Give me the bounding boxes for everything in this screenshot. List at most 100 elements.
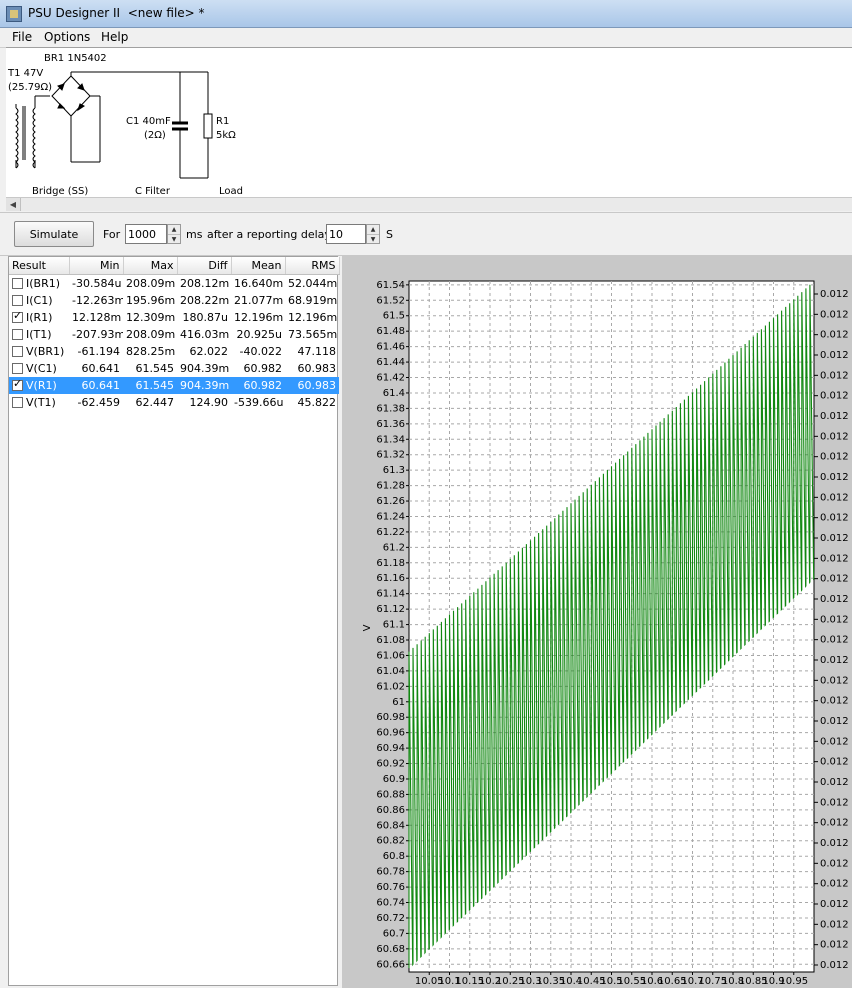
result-rms-cell: 60.983 <box>297 362 337 375</box>
y2-tick-label: 0.012 <box>820 533 849 544</box>
result-checkbox[interactable] <box>12 397 23 408</box>
y2-tick-label: 0.012 <box>820 289 849 300</box>
load-resistor-symbol[interactable] <box>203 72 213 178</box>
table-row[interactable]: V(T1) -62.459 62.447 124.90 -539.66u 45.822 <box>9 394 339 411</box>
scroll-left-arrow-icon[interactable]: ◀ <box>6 198 21 211</box>
spin-up-icon[interactable]: ▲ <box>168 225 180 234</box>
title-bar[interactable]: PSU Designer II <new file> * <box>0 0 852 28</box>
column-header-diff[interactable]: Diff <box>177 257 232 275</box>
y-tick-label: 60.82 <box>376 836 405 847</box>
result-name-cell[interactable]: I(BR1) <box>9 275 69 293</box>
duration-spinner[interactable]: ▲ ▼ <box>167 224 181 244</box>
result-name-cell[interactable]: I(T1) <box>9 326 69 343</box>
result-name-cell[interactable]: V(T1) <box>9 394 69 411</box>
result-rms-cell: 73.565m <box>288 328 338 341</box>
spin-up-icon[interactable]: ▲ <box>367 225 379 234</box>
duration-input[interactable] <box>125 224 167 244</box>
y-tick-label: 61.2 <box>383 542 405 553</box>
for-label: For <box>103 228 121 241</box>
result-name: V(T1) <box>26 396 56 409</box>
ms-label: ms <box>186 228 203 241</box>
table-row[interactable]: I(T1) -207.93m 208.09m 416.03m 20.925u 73.565… <box>9 326 339 343</box>
y-tick-label: 61.3 <box>383 465 405 476</box>
capacitor-name-label: C1 40mF <box>126 116 171 127</box>
waveform-chart: 61.54 61.52 61.5 61.48 61.46 61.44 61.42 61.4 61… <box>362 280 849 987</box>
result-checkbox[interactable] <box>12 329 23 340</box>
y2-tick-label: 0.012 <box>820 736 849 747</box>
result-checkbox[interactable] <box>12 309 23 323</box>
y-tick-label: 61.38 <box>376 403 405 414</box>
x-tick-label: 10.95 <box>779 976 808 987</box>
y2-tick-label: 0.012 <box>820 675 849 686</box>
result-name-cell[interactable]: I(R1) <box>9 309 69 326</box>
transformer-symbol[interactable] <box>15 95 50 169</box>
circuit-schematic[interactable]: BR1 1N5402 T1 47V (25.79Ω) C1 40mF (2Ω) … <box>6 47 852 198</box>
window-title: PSU Designer II <new file> * <box>28 6 205 20</box>
result-name: I(C1) <box>26 294 53 307</box>
column-header-mean[interactable]: Mean <box>231 257 286 275</box>
column-header-min[interactable]: Min <box>69 257 124 275</box>
result-diff-cell: 208.22m <box>180 294 230 307</box>
schematic-horizontal-scrollbar[interactable]: ◀ <box>6 197 852 211</box>
result-min-cell: 12.128m <box>72 311 122 324</box>
result-min-cell: -30.584u <box>72 277 122 290</box>
result-name: V(BR1) <box>26 345 65 358</box>
table-row[interactable]: V(R1) 60.64161.545904.39m60.98260.983 <box>9 377 339 394</box>
filter-section-label: C Filter <box>135 186 171 197</box>
result-checkbox[interactable] <box>12 295 23 306</box>
result-checkbox[interactable] <box>12 377 23 391</box>
column-header-rms[interactable]: RMS <box>285 257 340 275</box>
result-name-cell[interactable]: I(C1) <box>9 292 69 309</box>
y-tick-label: 60.8 <box>383 851 405 862</box>
result-name-cell[interactable]: V(C1) <box>9 360 69 377</box>
waveform-chart-panel[interactable]: 61.54 61.52 61.5 61.48 61.46 61.44 61.42 61.4 61… <box>342 256 852 988</box>
y-tick-label: 61.26 <box>376 496 405 507</box>
result-mean-cell: 12.196m <box>234 311 284 324</box>
bridge-section-label: Bridge (SS) <box>32 186 88 197</box>
result-min-cell: -12.263m <box>72 294 123 307</box>
delay-spinner[interactable]: ▲ ▼ <box>366 224 380 244</box>
result-diff-cell: 416.03m <box>180 328 230 341</box>
result-name: I(T1) <box>26 328 52 341</box>
delay-input[interactable] <box>326 224 366 244</box>
result-checkbox[interactable] <box>12 278 23 289</box>
menu-options[interactable]: Options <box>40 30 94 44</box>
y-tick-label: 61.36 <box>376 419 405 430</box>
y2-tick-label: 0.012 <box>820 960 849 971</box>
y-axis-label: V <box>362 624 373 631</box>
spin-down-icon[interactable]: ▼ <box>367 234 379 244</box>
result-checkbox[interactable] <box>12 346 23 357</box>
result-rms-cell: 60.983 <box>285 377 339 394</box>
menu-help[interactable]: Help <box>97 30 132 44</box>
y-tick-label: 61.46 <box>376 342 405 353</box>
result-rms-cell: 45.822 <box>297 396 337 409</box>
result-name-cell[interactable]: V(BR1) <box>9 343 69 360</box>
table-row[interactable]: I(R1) 12.128m 12.309m 180.87u 12.196m 12.196m <box>9 309 339 326</box>
result-min-cell: -62.459 <box>77 396 120 409</box>
y2-tick-label: 0.012 <box>820 716 849 727</box>
table-row[interactable]: V(BR1) -61.194 828.25m 62.022 -40.022 47.118 <box>9 343 339 360</box>
y2-tick-label: 0.012 <box>820 757 849 768</box>
y-tick-label: 60.78 <box>376 867 405 878</box>
result-max-cell: 12.309m <box>126 311 176 324</box>
capacitor-symbol[interactable] <box>172 71 208 179</box>
result-name: I(BR1) <box>26 277 61 290</box>
column-header-max[interactable]: Max <box>123 257 178 275</box>
column-header-result[interactable]: Result <box>9 257 70 275</box>
table-row[interactable]: V(C1) 60.641 61.545 904.39m 60.982 60.983 <box>9 360 339 377</box>
table-row[interactable]: I(C1) -12.263m 195.96m 208.22m 21.077m 68.919… <box>9 292 339 309</box>
result-checkbox[interactable] <box>12 363 23 374</box>
simulate-button[interactable]: Simulate <box>14 221 94 247</box>
menu-file[interactable]: File <box>8 30 36 44</box>
result-name-cell[interactable]: V(R1) <box>9 377 69 394</box>
result-max-cell: 61.545 <box>135 362 175 375</box>
y2-tick-label: 0.012 <box>820 553 849 564</box>
y2-tick-label: 0.012 <box>820 492 849 503</box>
table-row[interactable]: I(BR1) -30.584u 208.09m 208.12m 16.640m 52.04… <box>9 275 339 293</box>
y2-tick-label: 0.012 <box>820 858 849 869</box>
results-list[interactable]: Result Min Max Diff Mean RMS I(BR1) -30.5… <box>8 256 340 986</box>
y-tick-label: 61.02 <box>376 681 405 692</box>
spin-down-icon[interactable]: ▼ <box>168 234 180 244</box>
y-tick-label: 60.94 <box>376 743 405 754</box>
y-tick-label: 61.28 <box>376 481 405 492</box>
